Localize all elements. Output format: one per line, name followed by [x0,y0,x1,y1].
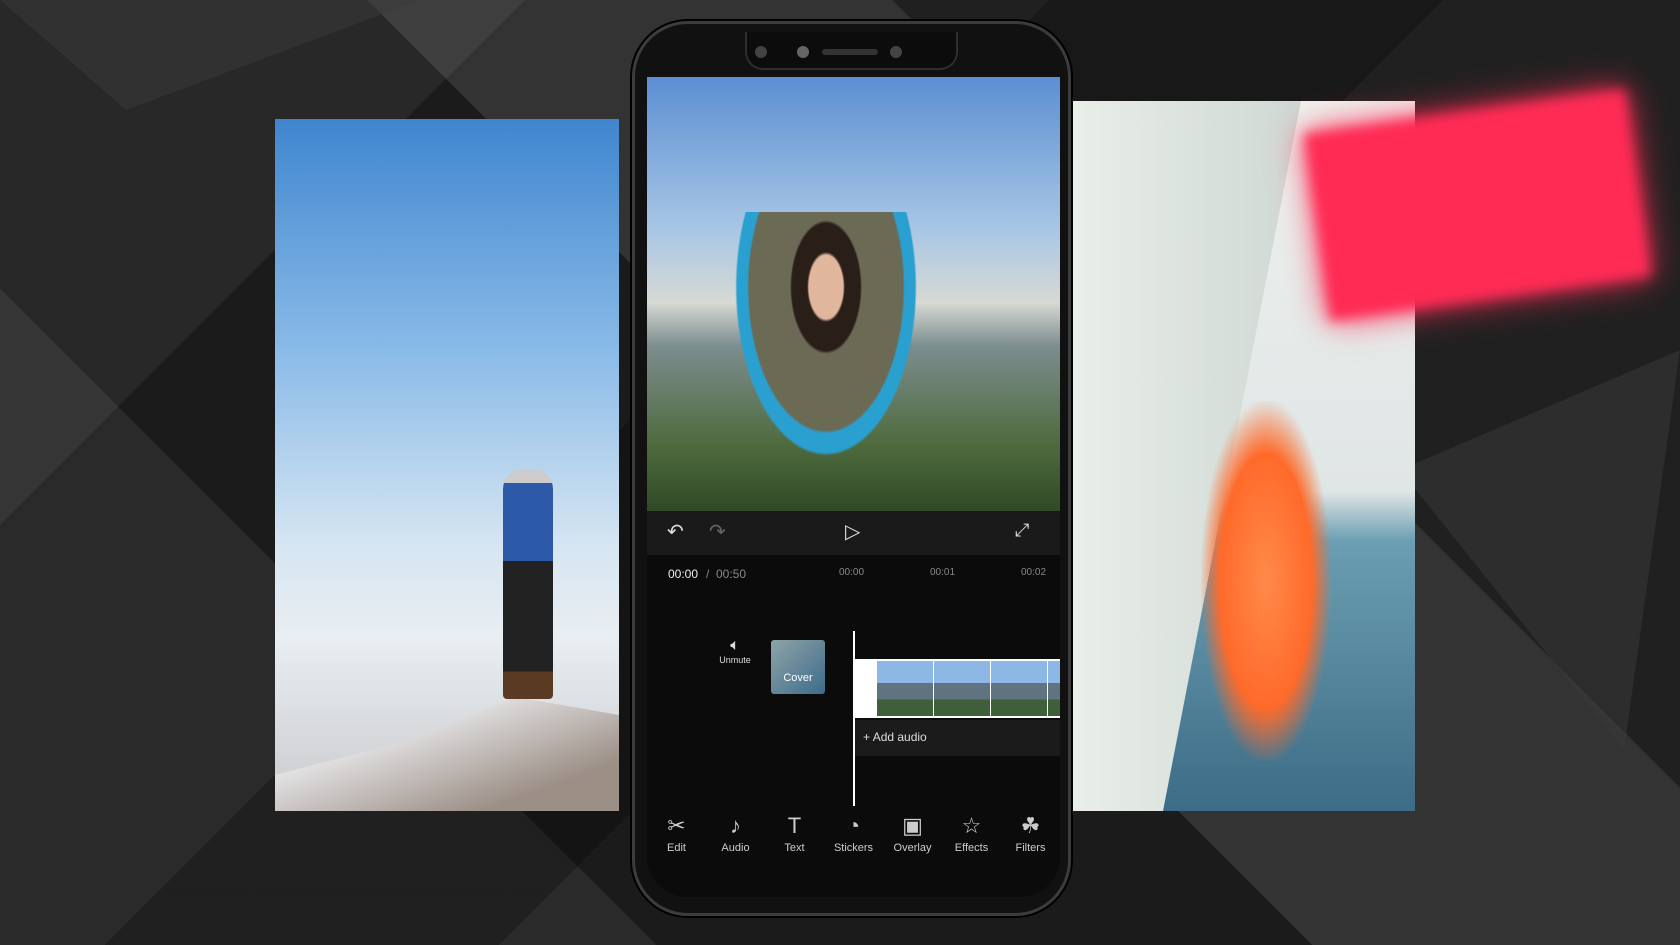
editor-screen: ↶ ↷ ▷ ⤢ 00:00 / 00:50 00:00 00:01 00:02 … [647,77,1060,897]
unmute-button[interactable]: 🔈︎ Unmute [705,637,765,665]
play-icon[interactable]: ▷ [845,522,860,542]
tool-effects[interactable]: ☆ Effects [942,812,1001,854]
bottom-toolbar: ✂ Edit ♪ Audio T Text ◔ Stickers ▣ Overlay ☆ Effect… [647,812,1060,854]
tool-label: Overlay [893,842,932,854]
video-clip-track[interactable] [854,659,1060,718]
video-preview[interactable] [647,77,1060,512]
tool-label: Stickers [833,842,874,854]
add-audio-label: Add audio [872,730,927,744]
tool-label: Text [784,842,805,854]
tool-stickers[interactable]: ◔ Stickers [824,812,883,854]
playhead[interactable] [853,631,855,806]
tool-overlay[interactable]: ▣ Overlay [883,812,942,854]
hiker-photo [275,119,619,811]
redo-icon[interactable]: ↷ [709,522,726,542]
current-time: 00:00 [668,567,699,581]
background-polygon [1400,350,1680,750]
cover-button[interactable]: Cover [771,640,825,694]
tool-filters[interactable]: ☘ Filters [1001,812,1060,854]
time-row: 00:00 / 00:50 00:00 00:01 00:02 [647,555,1060,595]
fullscreen-icon[interactable]: ⤢ [1015,521,1029,539]
sticker-icon: ◔ [846,813,861,838]
speaker-icon: 🔈︎ [730,637,740,654]
tick-label: 00:01 [930,567,956,578]
unmute-label: Unmute [719,655,751,665]
tool-label: Filters [1015,842,1046,854]
cover-label: Cover [783,672,813,684]
tick-label: 00:02 [1021,567,1047,578]
time-separator: / [706,567,710,581]
undo-icon[interactable]: ↶ [667,522,684,542]
add-audio-button[interactable]: + Add audio [855,720,1060,756]
tool-label: Audio [721,842,750,854]
text-icon: T [787,813,802,838]
scissors-icon: ✂ [667,813,686,838]
tick-label: 00:00 [839,567,865,578]
tool-label: Effects [954,842,989,854]
background-polygon [0,0,420,110]
tool-label: Edit [667,842,686,854]
phone-mockup: ↶ ↷ ▷ ⤢ 00:00 / 00:50 00:00 00:01 00:02 … [632,21,1071,916]
star-icon: ☆ [961,813,982,838]
filter-icon: ☘ [1020,813,1041,838]
tool-text[interactable]: T Text [765,812,824,854]
player-controls: ↶ ↷ ▷ ⤢ [647,511,1060,555]
phone-notch [745,32,958,70]
total-time: 00:50 [716,567,747,581]
overlay-icon: ▣ [902,813,923,838]
tool-edit[interactable]: ✂ Edit [647,812,706,854]
tool-audio[interactable]: ♪ Audio [706,812,765,854]
music-note-icon: ♪ [730,813,741,838]
